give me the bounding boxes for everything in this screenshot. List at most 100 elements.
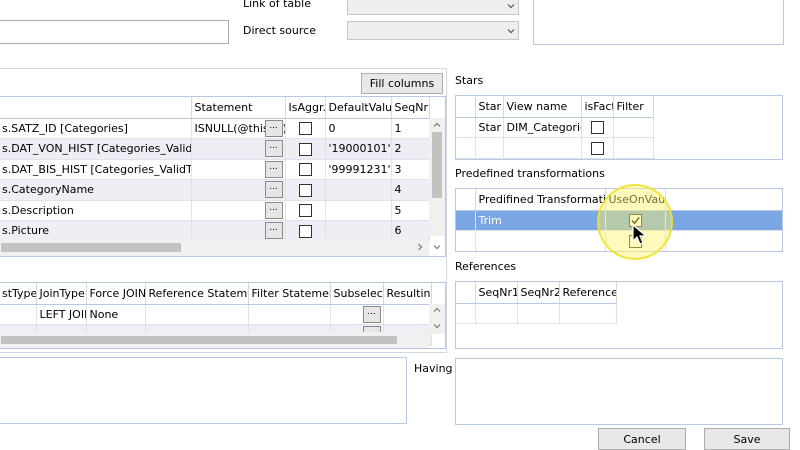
isaggr-cell[interactable]	[285, 179, 326, 201]
table-row[interactable]: LEFT JOIN None ...	[0, 304, 432, 325]
seq-cell[interactable]: 3	[391, 159, 430, 180]
col-header-isfact[interactable]: isFact	[581, 96, 614, 118]
statement-ellipsis-button[interactable]: ...	[264, 160, 283, 178]
statement-cell[interactable]: ...	[191, 138, 286, 160]
row-header[interactable]	[456, 230, 476, 251]
table-row[interactable]	[456, 137, 654, 159]
col-header-seqnr2[interactable]: SeqNr2	[517, 282, 560, 304]
col-header-forcejoin[interactable]: Force JOIN	[86, 283, 146, 305]
isaggr-checkbox[interactable]	[298, 204, 312, 217]
description-box[interactable]	[533, 0, 784, 45]
statement-ellipsis-button[interactable]: ...	[264, 140, 283, 157]
statement-cell[interactable]: ...	[191, 159, 286, 180]
col-header-statement[interactable]: Statement	[191, 97, 286, 119]
seq-cell[interactable]: 4	[391, 179, 430, 201]
table-row[interactable]: s.Description ... 5	[0, 200, 430, 221]
statement-ellipsis-button[interactable]: ...	[264, 201, 283, 219]
column-name-cell[interactable]: s.Description	[0, 200, 192, 221]
isaggr-cell[interactable]	[285, 200, 326, 221]
statement-ellipsis-button[interactable]: ...	[264, 181, 283, 198]
seq-cell[interactable]: 6	[391, 220, 430, 242]
col-header-seqnr1[interactable]: SeqNr1	[475, 282, 518, 304]
col-header-sttype[interactable]: stType	[0, 283, 37, 305]
statement-cell[interactable]: ...	[191, 200, 286, 221]
chevron-down-icon[interactable]	[433, 322, 441, 330]
subselect-cell[interactable]: ...	[330, 304, 384, 325]
cancel-button[interactable]: Cancel	[598, 428, 686, 450]
seq-cell[interactable]: 2	[391, 138, 430, 160]
transformation-name-cell[interactable]: Trim	[475, 210, 606, 231]
default-cell[interactable]: '19000101'	[325, 138, 392, 160]
having-textarea[interactable]	[455, 358, 783, 425]
column-name-cell[interactable]: s.SATZ_ID [Categories]	[0, 118, 192, 139]
statement-cell[interactable]: ISNULL(@this, 0)...	[191, 118, 286, 139]
table-row[interactable]: s.DAT_BIS_HIST [Categories_ValidTo] ... …	[0, 159, 430, 180]
isaggr-checkbox[interactable]	[298, 224, 312, 238]
col-header-column[interactable]	[0, 97, 192, 119]
vertical-scroll-thumb[interactable]	[432, 132, 442, 198]
isfact-checkbox[interactable]	[590, 141, 604, 155]
isaggr-cell[interactable]	[285, 220, 326, 242]
default-cell[interactable]: '99991231'	[325, 159, 392, 180]
chevron-down-icon[interactable]	[433, 243, 441, 251]
chevron-up-icon[interactable]	[433, 121, 441, 129]
subselect-ellipsis-button[interactable]: ...	[362, 305, 381, 323]
filter-statement-cell[interactable]	[248, 304, 331, 325]
joins-vertical-scrollbar[interactable]	[429, 304, 445, 334]
horizontal-scroll-thumb[interactable]	[1, 336, 397, 344]
save-button[interactable]: Save	[704, 428, 790, 450]
chevron-right-icon[interactable]	[416, 243, 424, 251]
default-cell[interactable]	[325, 200, 392, 221]
default-cell[interactable]	[325, 179, 392, 201]
table-row[interactable]: s.SATZ_ID [Categories] ISNULL(@this, 0).…	[0, 118, 430, 139]
col-header-seqnr[interactable]: SeqNr	[391, 97, 430, 119]
name-field[interactable]	[0, 20, 229, 44]
isaggr-cell[interactable]	[285, 118, 326, 139]
col-header-reference[interactable]: Reference	[559, 282, 617, 304]
col-header-filter-statement[interactable]: Filter Statement	[248, 283, 331, 305]
isfact-checkbox[interactable]	[590, 121, 604, 134]
fill-columns-button[interactable]: Fill columns	[361, 73, 443, 94]
statement-cell[interactable]: ...	[191, 220, 286, 242]
row-header[interactable]	[456, 210, 476, 231]
statement-ellipsis-button[interactable]: ...	[264, 222, 283, 239]
table-row[interactable]: Star DIM_Categories	[456, 117, 654, 138]
default-cell[interactable]: 0	[325, 118, 392, 139]
table-row[interactable]: s.DAT_VON_HIST [Categories_ValidFrom] ..…	[0, 138, 430, 160]
isaggr-checkbox[interactable]	[298, 122, 312, 135]
statement-ellipsis-button[interactable]: ...	[264, 119, 283, 137]
table-row[interactable]: s.CategoryName ... 4	[0, 179, 430, 201]
link-of-table-combo[interactable]	[347, 0, 519, 15]
isaggr-checkbox[interactable]	[298, 163, 312, 176]
col-header-jointype[interactable]: JoinType	[36, 283, 87, 305]
col-header-view-name[interactable]: View name	[503, 96, 582, 118]
filter-cell[interactable]	[613, 117, 654, 138]
jointype-cell[interactable]: LEFT JOIN	[36, 304, 87, 325]
forcejoin-cell[interactable]: None	[86, 304, 146, 325]
col-header-isaggr[interactable]: IsAggr.	[285, 97, 326, 119]
column-name-cell[interactable]: s.CategoryName	[0, 179, 192, 201]
row-header[interactable]	[456, 303, 476, 324]
table-row[interactable]: s.Picture ... 6	[0, 220, 430, 242]
isaggr-checkbox[interactable]	[298, 183, 312, 197]
col-header-reference-statement[interactable]: Reference Statement	[145, 283, 249, 305]
view-name-cell[interactable]: DIM_Categories	[503, 117, 582, 138]
seq-cell[interactable]: 5	[391, 200, 430, 221]
horizontal-scroll-thumb[interactable]	[1, 243, 181, 252]
col-header-resulting[interactable]: Resulting	[383, 283, 432, 305]
joins-horizontal-scrollbar[interactable]	[0, 332, 429, 348]
col-header-filter[interactable]: Filter	[613, 96, 654, 118]
col-header-defaultvalue[interactable]: DefaultValue	[325, 97, 392, 119]
star-cell[interactable]: Star	[475, 117, 504, 138]
columns-horizontal-scrollbar[interactable]	[0, 239, 429, 256]
isaggr-cell[interactable]	[285, 159, 326, 180]
column-name-cell[interactable]: s.Picture	[0, 220, 192, 242]
seq-cell[interactable]: 1	[391, 118, 430, 139]
resulting-cell[interactable]	[383, 304, 432, 325]
isfact-cell[interactable]	[581, 137, 614, 159]
table-row[interactable]	[456, 303, 617, 324]
isaggr-cell[interactable]	[285, 138, 326, 160]
column-name-cell[interactable]: s.DAT_BIS_HIST [Categories_ValidTo]	[0, 159, 192, 180]
isaggr-checkbox[interactable]	[298, 142, 312, 156]
col-header-subselect[interactable]: Subselect	[330, 283, 384, 305]
